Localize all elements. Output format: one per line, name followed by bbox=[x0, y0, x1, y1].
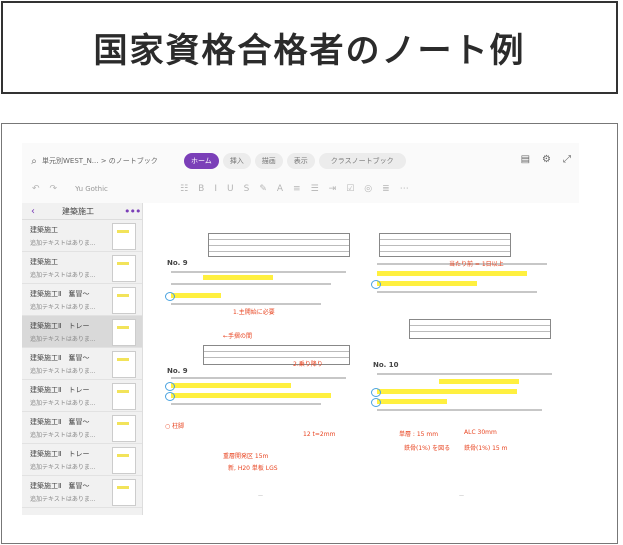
annotation: 重層開発区 15m bbox=[223, 453, 269, 460]
page-footer: — bbox=[258, 493, 263, 499]
page-thumbnail bbox=[112, 447, 136, 474]
font-selector[interactable]: Yu Gothic bbox=[75, 185, 170, 193]
page-thumbnail bbox=[112, 479, 136, 506]
list-item-selected[interactable]: 建築施工Ⅱ トレー 追加テキストはありま... bbox=[22, 316, 142, 348]
question-number: No. 10 bbox=[373, 361, 399, 369]
list-item[interactable]: 建築施工Ⅱ 奮冒～ 追加テキストはありま... bbox=[22, 284, 142, 316]
tab-home[interactable]: ホーム bbox=[184, 153, 219, 169]
strikethrough-icon[interactable]: S bbox=[244, 184, 250, 194]
indent-icon[interactable]: ⇥ bbox=[329, 184, 337, 194]
page-thumbnail bbox=[112, 415, 136, 442]
annotation: 新, H20 単板 LGS bbox=[228, 465, 278, 472]
redo-icon[interactable]: ↷ bbox=[50, 184, 58, 194]
onenote-app: ⌕ 単元別WEST_N... > のノートブック ホーム 挿入 描画 表示 クラ… bbox=[22, 143, 579, 515]
bold-icon[interactable]: B bbox=[198, 184, 204, 194]
search-icon[interactable]: ⌕ bbox=[28, 156, 40, 167]
note-page-left: No. 9 1.主開始に必要 ←手摺の間 No. 9 2.乗り降り 12 t=2… bbox=[163, 211, 353, 503]
note-canvas[interactable]: No. 9 1.主開始に必要 ←手摺の間 No. 9 2.乗り降り 12 t=2… bbox=[143, 203, 579, 515]
sidebar-title: 建築施工 bbox=[62, 206, 94, 216]
page-thumbnail bbox=[112, 383, 136, 410]
more-icon[interactable]: ••• bbox=[124, 205, 142, 218]
settings-icon[interactable]: ⚙ bbox=[542, 154, 551, 165]
page-footer: — bbox=[459, 493, 464, 499]
notebook-icon[interactable]: ▤ bbox=[521, 154, 530, 165]
page-thumbnail bbox=[112, 287, 136, 314]
list-item[interactable]: 建築施工Ⅱ トレー 追加テキストはありま... bbox=[22, 444, 142, 476]
annotation: 1.主開始に必要 bbox=[233, 309, 275, 316]
annotation: 鉄骨(1%) 15 m bbox=[464, 445, 508, 452]
list-item[interactable]: 建築施工 追加テキストはありま... bbox=[22, 252, 142, 284]
annotation: ←手摺の間 bbox=[223, 333, 253, 340]
list-item[interactable]: 建築施工Ⅱ 奮冒～ 追加テキストはありま... bbox=[22, 412, 142, 444]
list-item[interactable]: 建築施工Ⅱ トレー 追加テキストはありま... bbox=[22, 380, 142, 412]
page-thumbnail bbox=[112, 255, 136, 282]
notebook-path[interactable]: 単元別WEST_N... > のノートブック bbox=[42, 156, 180, 166]
back-icon[interactable]: ‹ bbox=[22, 206, 44, 217]
annotation: 単層 : 15 mm bbox=[399, 431, 439, 438]
list-item[interactable]: 建築施工Ⅱ 奮冒～ 追加テキストはありま... bbox=[22, 476, 142, 508]
format-toolbar: ↶ ↷ Yu Gothic ☷ B I U S ✎ A ≡ ☰ ⇥ ☑ ◎ ≣ … bbox=[22, 180, 579, 198]
italic-icon[interactable]: I bbox=[214, 184, 217, 194]
underline-icon[interactable]: U bbox=[227, 184, 234, 194]
page-thumbnail bbox=[112, 223, 136, 250]
tab-insert[interactable]: 挿入 bbox=[222, 153, 251, 169]
highlight-icon[interactable]: ✎ bbox=[259, 184, 267, 194]
more-icon[interactable]: ⋯ bbox=[400, 184, 409, 194]
sidebar: ‹ 建築施工 ••• 建築施工 追加テキストはありま... 建築施工 追加テキストは… bbox=[22, 203, 143, 515]
numbering-icon[interactable]: ☰ bbox=[311, 184, 319, 194]
annotation: 2.乗り降り bbox=[293, 361, 323, 368]
font-size-icon[interactable]: ☷ bbox=[180, 184, 188, 194]
expand-icon[interactable]: ⤢ bbox=[563, 154, 571, 165]
tab-class-notebook[interactable]: クラスノートブック bbox=[318, 153, 406, 169]
tab-draw[interactable]: 描画 bbox=[254, 153, 283, 169]
note-page-right: 当たり前 = 1日以上 No. 10 単層 : 15 mm ALC 30mm 鉄… bbox=[369, 211, 559, 503]
annotation: ALC 30mm bbox=[464, 429, 497, 436]
annotation: 12 t=2mm bbox=[303, 431, 336, 438]
question-number: No. 9 bbox=[167, 367, 188, 375]
dictate-icon[interactable]: ◎ bbox=[364, 184, 372, 194]
list-item[interactable]: 建築施工 追加テキストはありま... bbox=[22, 220, 142, 252]
annotation: 当たり前 = 1日以上 bbox=[449, 261, 504, 268]
sidebar-header: ‹ 建築施工 ••• bbox=[22, 203, 142, 220]
styles-icon[interactable]: ≣ bbox=[382, 184, 390, 194]
question-number: No. 9 bbox=[167, 259, 188, 267]
list-item[interactable]: 建築施工Ⅱ 奮冒～ 追加テキストはありま... bbox=[22, 348, 142, 380]
title-banner: 国家資格合格者のノート例 bbox=[1, 1, 618, 94]
annotation: ○ 柱脚 bbox=[165, 423, 185, 430]
page-thumbnail bbox=[112, 351, 136, 378]
font-color-icon[interactable]: A bbox=[277, 184, 283, 194]
annotation: 鉄骨(1%) を図る bbox=[404, 445, 451, 452]
page-thumbnail bbox=[112, 319, 136, 346]
tag-icon[interactable]: ☑ bbox=[346, 184, 354, 194]
undo-icon[interactable]: ↶ bbox=[32, 184, 40, 194]
bullets-icon[interactable]: ≡ bbox=[293, 184, 301, 194]
top-bar: ⌕ 単元別WEST_N... > のノートブック ホーム 挿入 描画 表示 クラ… bbox=[22, 149, 579, 173]
page-title: 国家資格合格者のノート例 bbox=[93, 31, 526, 71]
tab-view[interactable]: 表示 bbox=[286, 153, 315, 169]
